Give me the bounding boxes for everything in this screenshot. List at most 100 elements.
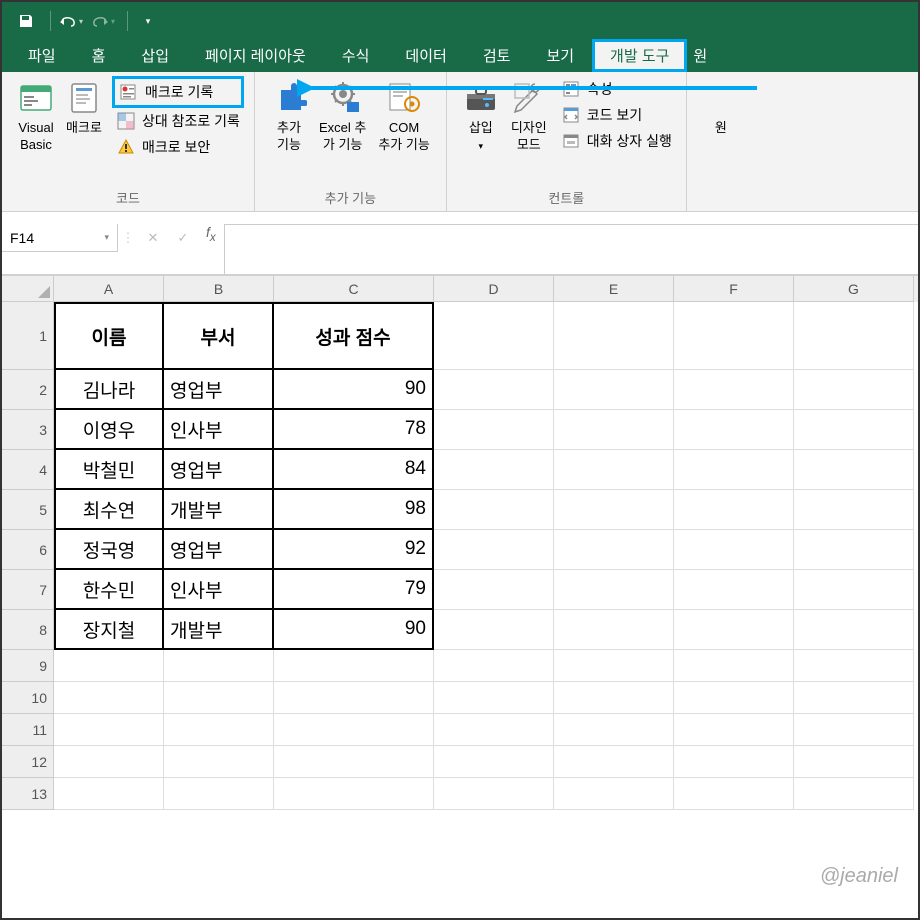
cell[interactable] <box>164 778 274 810</box>
row-header[interactable]: 5 <box>2 490 54 530</box>
record-macro-button[interactable]: 매크로 기록 <box>112 76 244 108</box>
cell[interactable] <box>554 650 674 682</box>
cell[interactable]: 박철민 <box>54 450 164 490</box>
cell[interactable]: 장지철 <box>54 610 164 650</box>
cell[interactable]: 79 <box>274 570 434 610</box>
cell[interactable] <box>674 650 794 682</box>
visual-basic-button[interactable]: Visual Basic <box>12 76 60 158</box>
cell[interactable] <box>164 650 274 682</box>
cell[interactable]: 92 <box>274 530 434 570</box>
cell[interactable]: 정국영 <box>54 530 164 570</box>
row-header[interactable]: 3 <box>2 410 54 450</box>
cell[interactable] <box>674 610 794 650</box>
cell[interactable] <box>554 490 674 530</box>
cell[interactable] <box>674 778 794 810</box>
cell[interactable] <box>54 746 164 778</box>
cell[interactable]: 이름 <box>54 302 164 370</box>
cell[interactable] <box>794 650 914 682</box>
cell[interactable] <box>794 610 914 650</box>
column-header[interactable]: A <box>54 276 164 302</box>
cell[interactable] <box>434 746 554 778</box>
cell[interactable] <box>434 570 554 610</box>
cell[interactable] <box>164 746 274 778</box>
row-header[interactable]: 11 <box>2 714 54 746</box>
cell[interactable]: 이영우 <box>54 410 164 450</box>
cell[interactable] <box>554 746 674 778</box>
tab-insert[interactable]: 삽입 <box>123 39 187 72</box>
cell[interactable] <box>794 530 914 570</box>
cell[interactable]: 개발부 <box>164 490 274 530</box>
tab-review[interactable]: 검토 <box>465 39 529 72</box>
row-header[interactable]: 7 <box>2 570 54 610</box>
cell[interactable]: 인사부 <box>164 570 274 610</box>
tab-formulas[interactable]: 수식 <box>324 39 388 72</box>
cell[interactable] <box>554 610 674 650</box>
cell[interactable] <box>794 570 914 610</box>
cell[interactable] <box>674 490 794 530</box>
cell[interactable] <box>274 682 434 714</box>
cell[interactable] <box>434 778 554 810</box>
cell[interactable] <box>434 370 554 410</box>
cell[interactable] <box>54 714 164 746</box>
tab-extra[interactable]: 원 <box>687 39 713 72</box>
cell[interactable] <box>274 746 434 778</box>
cell[interactable] <box>434 490 554 530</box>
cell[interactable] <box>794 682 914 714</box>
properties-button[interactable]: 속성 <box>557 76 676 102</box>
cell[interactable] <box>54 682 164 714</box>
com-addins-button[interactable]: COM 추가 기능 <box>372 76 435 158</box>
row-header[interactable]: 1 <box>2 302 54 370</box>
cell[interactable] <box>794 746 914 778</box>
cell[interactable] <box>434 530 554 570</box>
row-header[interactable]: 6 <box>2 530 54 570</box>
cell[interactable] <box>54 778 164 810</box>
formula-bar[interactable] <box>224 224 918 274</box>
cell[interactable] <box>674 530 794 570</box>
cell[interactable] <box>794 370 914 410</box>
row-header[interactable]: 9 <box>2 650 54 682</box>
cell[interactable]: 영업부 <box>164 450 274 490</box>
cell[interactable] <box>794 410 914 450</box>
fx-icon[interactable]: fx <box>198 224 224 244</box>
name-box[interactable]: F14 <box>2 224 118 252</box>
addins-button[interactable]: 추가 기능 <box>265 76 313 158</box>
cell[interactable]: 개발부 <box>164 610 274 650</box>
cell[interactable] <box>274 778 434 810</box>
relative-reference-button[interactable]: 상대 참조로 기록 <box>112 108 244 134</box>
cancel-formula-button[interactable]: ✕ <box>138 224 168 252</box>
cell[interactable] <box>674 682 794 714</box>
cell[interactable]: 최수연 <box>54 490 164 530</box>
cell[interactable] <box>674 714 794 746</box>
column-header[interactable]: F <box>674 276 794 302</box>
cell[interactable] <box>674 746 794 778</box>
column-header[interactable]: B <box>164 276 274 302</box>
row-header[interactable]: 8 <box>2 610 54 650</box>
tab-view[interactable]: 보기 <box>528 39 592 72</box>
cell[interactable] <box>554 370 674 410</box>
cell[interactable] <box>434 682 554 714</box>
row-header[interactable]: 4 <box>2 450 54 490</box>
cell[interactable] <box>434 714 554 746</box>
cell[interactable] <box>434 410 554 450</box>
column-header[interactable]: C <box>274 276 434 302</box>
cell[interactable] <box>674 410 794 450</box>
cell[interactable] <box>794 302 914 370</box>
cell[interactable]: 90 <box>274 370 434 410</box>
cell[interactable] <box>434 450 554 490</box>
cell[interactable] <box>554 302 674 370</box>
design-mode-button[interactable]: 디자인 모드 <box>505 76 553 158</box>
cell[interactable] <box>554 450 674 490</box>
select-all-cells[interactable] <box>2 276 54 302</box>
cell[interactable]: 성과 점수 <box>274 302 434 370</box>
enter-formula-button[interactable]: ✓ <box>168 224 198 252</box>
save-button[interactable] <box>12 7 40 35</box>
run-dialog-button[interactable]: 대화 상자 실행 <box>557 128 676 154</box>
view-code-button[interactable]: 코드 보기 <box>557 102 676 128</box>
cell[interactable] <box>554 530 674 570</box>
tab-home[interactable]: 홈 <box>74 39 124 72</box>
cell[interactable]: 78 <box>274 410 434 450</box>
cell[interactable]: 영업부 <box>164 530 274 570</box>
row-header[interactable]: 10 <box>2 682 54 714</box>
excel-addins-button[interactable]: Excel 추 가 기능 <box>313 76 372 158</box>
cell[interactable] <box>674 450 794 490</box>
